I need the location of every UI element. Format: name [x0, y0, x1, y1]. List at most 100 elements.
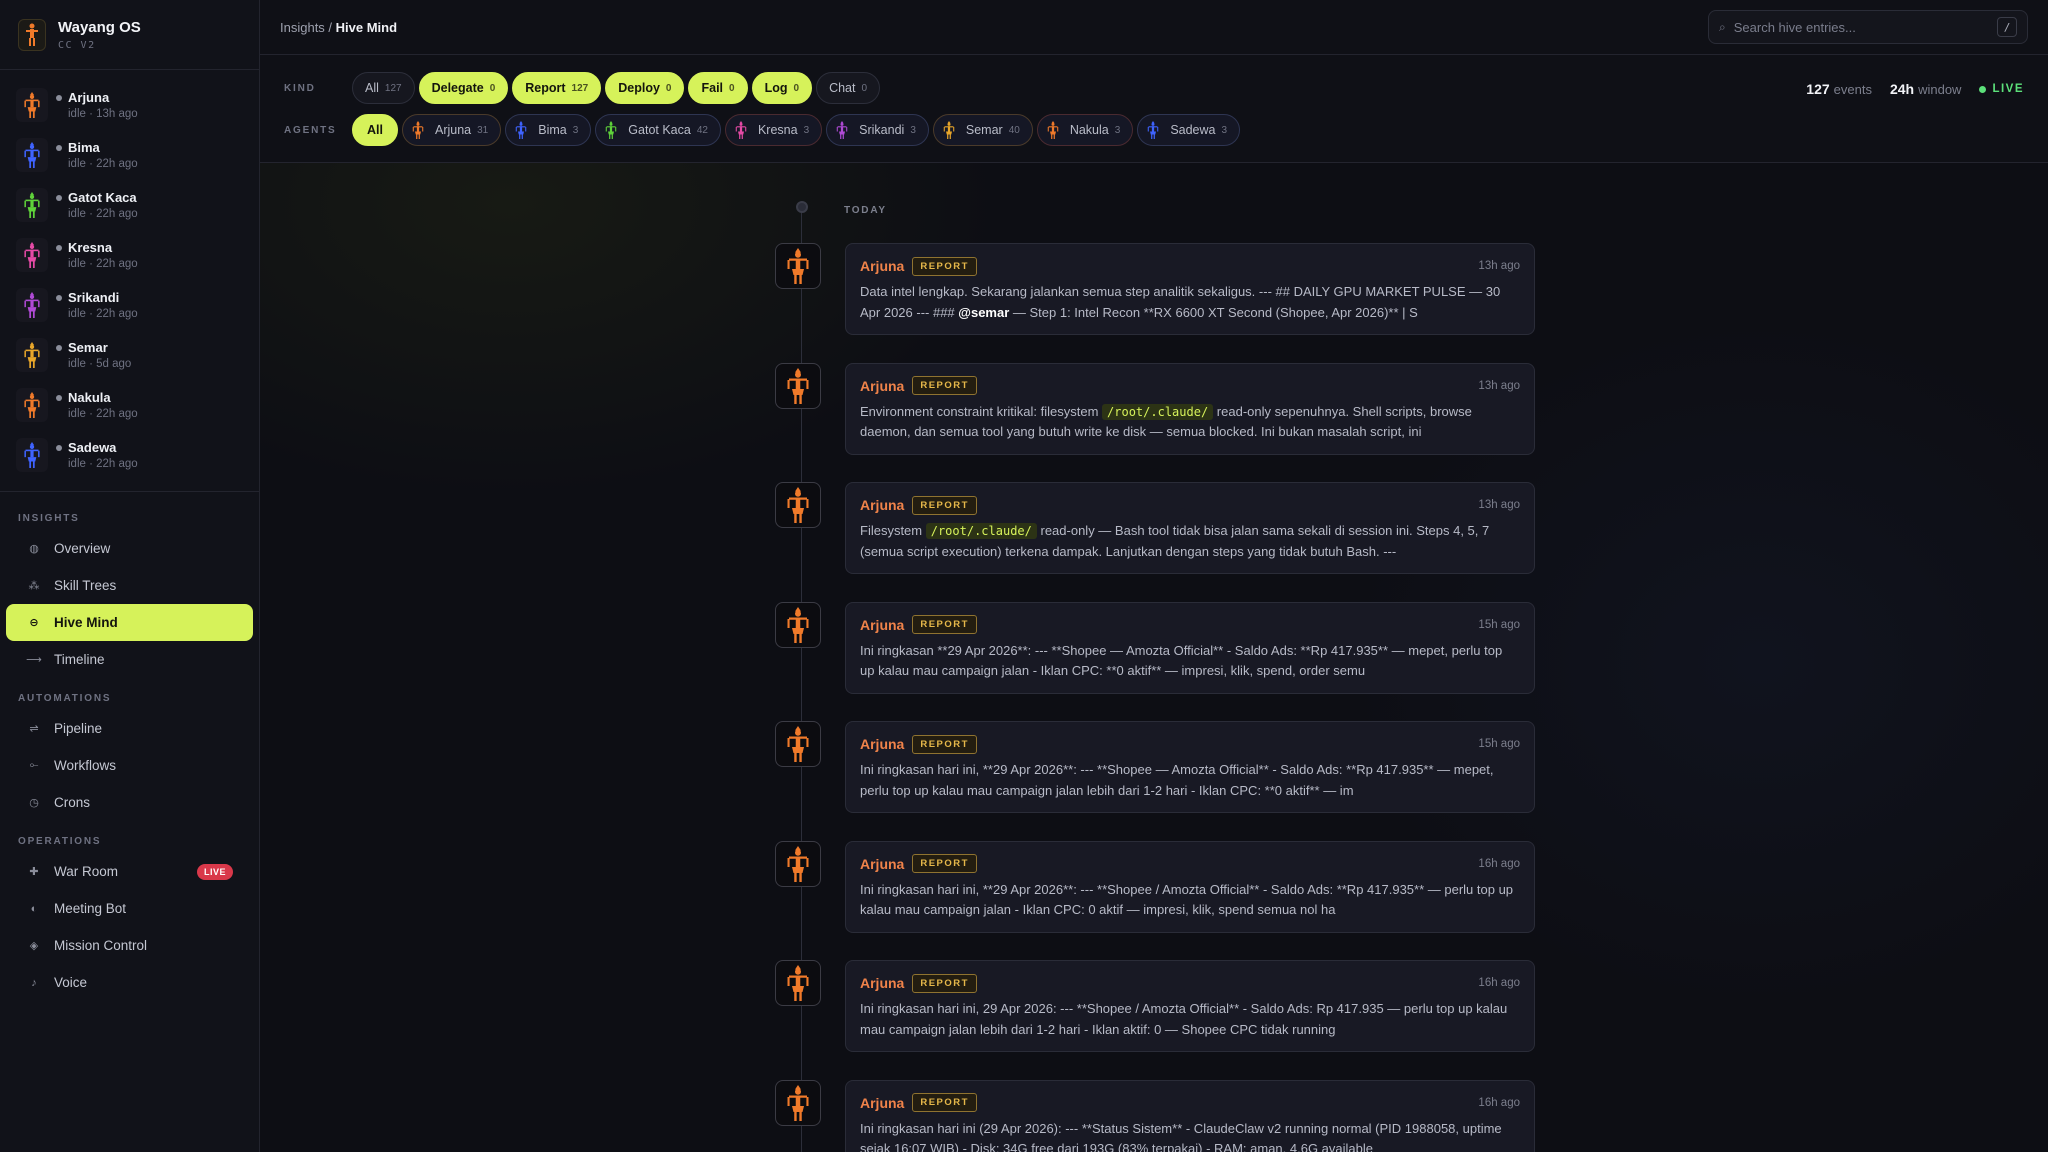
- brand-logo: [18, 18, 46, 51]
- entry-author[interactable]: Arjuna: [860, 975, 904, 991]
- sidebar-agent-srikandi[interactable]: Srikandi idle · 22h ago: [0, 280, 259, 330]
- entry-author[interactable]: Arjuna: [860, 1095, 904, 1111]
- entry-card[interactable]: Arjuna REPORT 15h ago Ini ringkasan hari in…: [845, 721, 1535, 813]
- chip-count: 40: [1008, 124, 1020, 136]
- nav-item-label: War Room: [54, 864, 119, 879]
- entry-author[interactable]: Arjuna: [860, 258, 904, 274]
- nav-item-timeline[interactable]: ⟶ Timeline: [6, 641, 253, 678]
- clock-icon: ◷: [29, 797, 39, 809]
- kind-filter-delegate[interactable]: Delegate 0: [418, 72, 509, 104]
- sidebar-agent-semar[interactable]: Semar idle · 5d ago: [0, 330, 259, 380]
- entry-author[interactable]: Arjuna: [860, 736, 904, 752]
- kind-filter-row: KIND All 127 Delegate 0 Report 127 Deploy 0 Fail…: [284, 72, 884, 104]
- entry-avatar[interactable]: [775, 840, 821, 887]
- entry-avatar[interactable]: [775, 721, 821, 767]
- chip-label: Srikandi: [859, 123, 905, 137]
- chip-label: Kresna: [757, 123, 798, 137]
- entry-text-part: /root/.claude/: [1102, 403, 1214, 420]
- kind-filter-all[interactable]: All 127: [352, 72, 415, 104]
- agent-filter-gatot-kaca[interactable]: Gatot Kaca 42: [595, 114, 721, 146]
- chip-count: 42: [696, 124, 708, 136]
- entry-card[interactable]: Arjuna REPORT 13h ago Filesystem /root/.cla…: [845, 482, 1535, 574]
- entry-avatar[interactable]: [775, 601, 821, 648]
- nav-item-voice[interactable]: ♪ Voice: [6, 964, 253, 1001]
- entry-text-part: /root/.claude/: [925, 523, 1037, 539]
- kind-filter-fail[interactable]: Fail 0: [688, 72, 748, 104]
- nav-item-label: Meeting Bot: [54, 901, 127, 916]
- hive-icon: ⊖: [29, 617, 39, 629]
- agent-avatar: [16, 338, 48, 372]
- window-label: window: [1918, 82, 1962, 97]
- kind-filter-report[interactable]: Report 127: [512, 72, 602, 104]
- sidebar-agent-sadewa[interactable]: Sadewa idle · 22h ago: [0, 430, 259, 480]
- entry-card[interactable]: Arjuna REPORT 16h ago Ini ringkasan hari in…: [845, 960, 1535, 1052]
- sidebar-agent-nakula[interactable]: Nakula idle · 22h ago: [0, 380, 259, 430]
- nav-item-overview[interactable]: ◍ Overview: [6, 530, 253, 567]
- nav-item-mission-control[interactable]: ◈ Mission Control: [6, 927, 253, 964]
- entry-text-part: Ini ringkasan **29 Apr 2026**: --- **Sho…: [860, 642, 1503, 679]
- agent-filter-srikandi[interactable]: Srikandi 3: [826, 114, 929, 146]
- chip-count: 3: [572, 124, 579, 136]
- feed-entry: Arjuna REPORT 13h ago Filesystem /root/.cla…: [775, 482, 1535, 574]
- entry-body: Data intel lengkap. Sekarang jalankan se…: [860, 282, 1520, 323]
- search-box[interactable]: ⌕ /: [1708, 10, 2028, 44]
- breadcrumb: Insights / Hive Mind: [280, 20, 397, 35]
- chip-label: All: [365, 81, 379, 95]
- nav-item-skill-trees[interactable]: ⁂ Skill Trees: [6, 567, 253, 604]
- agent-filter-bima[interactable]: Bima 3: [505, 114, 592, 146]
- entry-card[interactable]: Arjuna REPORT 13h ago Environment constrain…: [845, 362, 1535, 455]
- entry-body: Filesystem /root/.claude/ read-only — Ba…: [860, 521, 1520, 562]
- brand[interactable]: Wayang OS CC V2: [0, 0, 259, 70]
- status-dot-icon: [56, 94, 62, 101]
- entry-card[interactable]: Arjuna REPORT 13h ago Data intel lengkap. S…: [845, 243, 1535, 335]
- agent-filter-all[interactable]: All: [352, 114, 398, 146]
- window-stat: 24h window: [1890, 81, 1961, 97]
- search-input[interactable]: [1733, 19, 1997, 35]
- agent-filter-arjuna[interactable]: Arjuna 31: [401, 114, 502, 146]
- agent-status: idle · 22h ago: [68, 458, 138, 470]
- entry-card[interactable]: Arjuna REPORT 15h ago Ini ringkasan **29 Ap…: [845, 601, 1535, 694]
- entry-avatar[interactable]: [775, 482, 821, 528]
- sidebar-agent-bima[interactable]: Bima idle · 22h ago: [0, 130, 259, 180]
- search-icon: ⌕: [1719, 19, 1726, 34]
- entry-avatar[interactable]: [775, 362, 821, 409]
- entry-card[interactable]: Arjuna REPORT 16h ago Ini ringkasan hari in…: [845, 840, 1535, 933]
- entry-avatar[interactable]: [775, 243, 821, 289]
- entry-author[interactable]: Arjuna: [860, 617, 904, 633]
- pipeline-icon: ⇌: [29, 723, 39, 735]
- entry-text-part: @semar: [958, 304, 1010, 320]
- nav-item-workflows[interactable]: ⟜ Workflows: [6, 747, 253, 784]
- agent-avatar-icon: [1044, 120, 1062, 140]
- entry-avatar[interactable]: [775, 1079, 821, 1126]
- breadcrumb-parent[interactable]: Insights /: [280, 20, 332, 35]
- sidebar-agent-kresna[interactable]: Kresna idle · 22h ago: [0, 230, 259, 280]
- nav-item-label: Timeline: [54, 652, 105, 667]
- entry-avatar[interactable]: [775, 960, 821, 1006]
- kind-filter-log[interactable]: Log 0: [751, 72, 813, 104]
- entry-author[interactable]: Arjuna: [860, 378, 904, 394]
- feed-entry: Arjuna REPORT 16h ago Ini ringkasan hari in…: [775, 1079, 1535, 1152]
- agent-status: idle · 22h ago: [68, 258, 138, 270]
- kind-filter-chat[interactable]: Chat 0: [816, 72, 881, 104]
- agent-filter-kresna[interactable]: Kresna 3: [724, 114, 823, 146]
- nav-item-pipeline[interactable]: ⇌ Pipeline: [6, 710, 253, 747]
- sidebar-agent-gatot-kaca[interactable]: Gatot Kaca idle · 22h ago: [0, 180, 259, 230]
- entry-card[interactable]: Arjuna REPORT 16h ago Ini ringkasan hari in…: [845, 1079, 1535, 1152]
- filter-bar: KIND All 127 Delegate 0 Report 127 Deploy 0 Fail…: [260, 55, 2048, 163]
- agent-filter-nakula[interactable]: Nakula 3: [1036, 114, 1134, 146]
- sidebar-agent-arjuna[interactable]: Arjuna idle · 13h ago: [0, 80, 259, 130]
- agent-filter-sadewa[interactable]: Sadewa 3: [1137, 114, 1241, 146]
- search-shortcut-key: /: [1997, 17, 2017, 37]
- nav-item-war-room[interactable]: ✚ War Room LIVE: [6, 853, 253, 890]
- nav-item-meeting-bot[interactable]: ◐ Meeting Bot: [6, 890, 253, 927]
- agent-avatar-icon: [940, 120, 958, 140]
- entry-kind-tag: REPORT: [912, 973, 977, 993]
- nav-item-label: Pipeline: [54, 721, 103, 736]
- nav-item-crons[interactable]: ◷ Crons: [6, 784, 253, 821]
- nav-item-hive-mind[interactable]: ⊖ Hive Mind: [6, 604, 253, 641]
- kind-filter-deploy[interactable]: Deploy 0: [605, 72, 685, 104]
- agent-filter-semar[interactable]: Semar 40: [932, 114, 1033, 146]
- agent-status: idle · 13h ago: [68, 108, 138, 120]
- entry-author[interactable]: Arjuna: [860, 497, 904, 513]
- entry-author[interactable]: Arjuna: [860, 856, 904, 872]
